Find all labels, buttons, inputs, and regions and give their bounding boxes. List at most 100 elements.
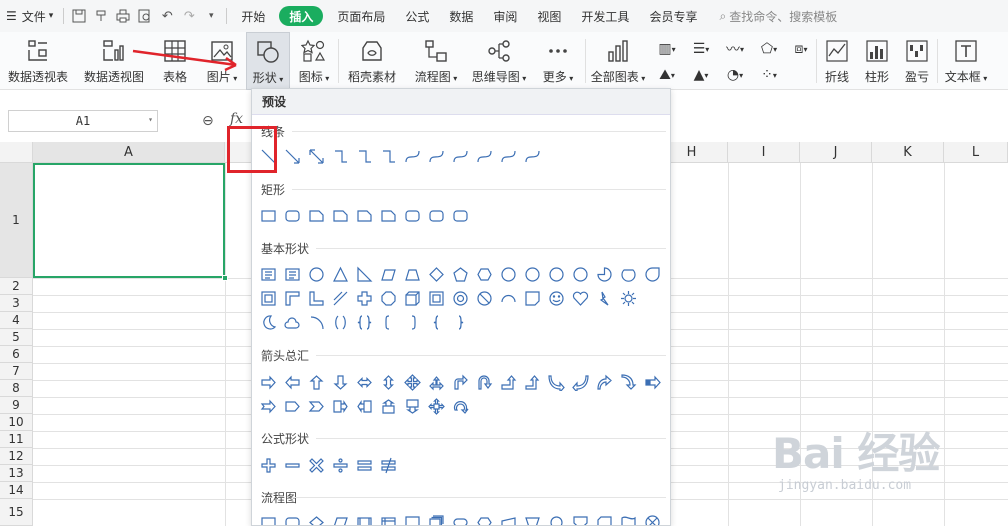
column-header-k[interactable]: K bbox=[872, 142, 944, 163]
flowchart-shape-fTerm-icon[interactable] bbox=[451, 513, 469, 525]
line-shape-curve-icon[interactable] bbox=[451, 147, 469, 165]
customize-arrow-icon[interactable]: ▾ bbox=[200, 0, 222, 32]
basic-shape-lbrack-icon[interactable] bbox=[379, 313, 397, 331]
basic-shape-frame-icon[interactable] bbox=[259, 289, 277, 307]
tab-member[interactable]: 会员专享 bbox=[639, 0, 707, 32]
arrow-shape-striped-icon[interactable] bbox=[643, 373, 661, 391]
undo-icon[interactable]: ↶ bbox=[156, 0, 178, 32]
basic-shape-num-icon[interactable] bbox=[547, 265, 565, 283]
line-shape-curve-icon[interactable] bbox=[427, 147, 445, 165]
fill-handle[interactable] bbox=[222, 275, 228, 281]
row-header-11[interactable]: 11 bbox=[0, 431, 33, 448]
arrow-shape-bent-icon[interactable] bbox=[451, 373, 469, 391]
basic-shape-hex-icon[interactable] bbox=[475, 265, 493, 283]
arrow-shape-quad-icon[interactable] bbox=[403, 373, 421, 391]
command-search[interactable]: ⌕ 查找命令、搜索模板 bbox=[719, 8, 837, 25]
basic-shape-tear-icon[interactable] bbox=[643, 265, 661, 283]
tab-data[interactable]: 数据 bbox=[439, 0, 483, 32]
arrow-shape-pentArr-icon[interactable] bbox=[283, 397, 301, 415]
row-header-12[interactable]: 12 bbox=[0, 448, 33, 465]
table-button[interactable]: 表格 bbox=[152, 32, 198, 90]
stock-chart-icon[interactable]: ▲ ▾ bbox=[684, 62, 718, 88]
rect-shape-rrect-icon[interactable] bbox=[403, 206, 421, 224]
stock-box-chart-icon[interactable]: ⧈ ▾ bbox=[786, 36, 816, 62]
row-header-3[interactable]: 3 bbox=[0, 295, 33, 312]
arrow-shape-bentup-icon[interactable] bbox=[523, 373, 541, 391]
basic-shape-lbrace-icon[interactable] bbox=[427, 313, 445, 331]
sparkline-winloss-button[interactable]: 盈亏 bbox=[897, 32, 937, 90]
basic-shape-pent-icon[interactable] bbox=[451, 265, 469, 283]
basic-shape-brace-icon[interactable] bbox=[355, 313, 373, 331]
rect-shape-rrect-icon[interactable] bbox=[283, 206, 301, 224]
flowchart-button[interactable]: 流程图 ▾ bbox=[405, 32, 467, 90]
equation-shape-minus-icon[interactable] bbox=[283, 456, 301, 474]
basic-shape-circle-icon[interactable] bbox=[307, 265, 325, 283]
basic-shape-oct-icon[interactable] bbox=[379, 289, 397, 307]
rect-shape-rrect-icon[interactable] bbox=[451, 206, 469, 224]
line-shape-dblarrow-icon[interactable] bbox=[307, 147, 325, 165]
rect-shape-rrect-icon[interactable] bbox=[427, 206, 445, 224]
format-painter-icon[interactable] bbox=[90, 0, 112, 32]
equation-shape-times-icon[interactable] bbox=[307, 456, 325, 474]
line-shape-curve-icon[interactable] bbox=[523, 147, 541, 165]
line-shape-curve-icon[interactable] bbox=[475, 147, 493, 165]
arrow-shape-arrLR-icon[interactable] bbox=[355, 373, 373, 391]
basic-shape-diag-icon[interactable] bbox=[331, 289, 349, 307]
rect-shape-snip-icon[interactable] bbox=[331, 206, 349, 224]
file-menu[interactable]: ☰ 文件 ▾ bbox=[0, 0, 59, 32]
arrow-shape-calloutD-icon[interactable] bbox=[403, 397, 421, 415]
basic-shape-num-icon[interactable] bbox=[523, 265, 541, 283]
basic-shape-cloud-icon[interactable] bbox=[283, 313, 301, 331]
line-shape-curve-icon[interactable] bbox=[403, 147, 421, 165]
equation-shape-plus-icon[interactable] bbox=[259, 456, 277, 474]
basic-shape-arc-icon[interactable] bbox=[499, 289, 517, 307]
basic-shape-fold-icon[interactable] bbox=[523, 289, 541, 307]
row-header-7[interactable]: 7 bbox=[0, 363, 33, 380]
zoom-icon[interactable]: ⊖ bbox=[202, 113, 214, 129]
arrow-shape-arrUD-icon[interactable] bbox=[379, 373, 397, 391]
tab-formulas[interactable]: 公式 bbox=[395, 0, 439, 32]
row-header-14[interactable]: 14 bbox=[0, 482, 33, 499]
basic-shape-text-icon[interactable] bbox=[283, 265, 301, 283]
column-header-a[interactable]: A bbox=[33, 142, 225, 163]
line-shape-elbow-icon[interactable] bbox=[355, 147, 373, 165]
basic-shape-noSym-icon[interactable] bbox=[475, 289, 493, 307]
row-header-8[interactable]: 8 bbox=[0, 380, 33, 397]
basic-shape-arcR-icon[interactable] bbox=[307, 313, 325, 331]
basic-shape-lshape-icon[interactable] bbox=[307, 289, 325, 307]
flowchart-shape-fMulti-icon[interactable] bbox=[427, 513, 445, 525]
all-charts-button[interactable]: 全部图表 ▾ bbox=[586, 32, 650, 90]
basic-shape-pie-icon[interactable] bbox=[595, 265, 613, 283]
redo-icon[interactable]: ↷ bbox=[178, 0, 200, 32]
row-header-2[interactable]: 2 bbox=[0, 278, 33, 295]
arrow-shape-uturn-icon[interactable] bbox=[475, 373, 493, 391]
row-header-6[interactable]: 6 bbox=[0, 346, 33, 363]
basic-shape-cube-icon[interactable] bbox=[403, 289, 421, 307]
docer-material-button[interactable]: 稻壳素材 bbox=[339, 32, 405, 90]
line-shape-curve-icon[interactable] bbox=[499, 147, 517, 165]
basic-shape-rtri-icon[interactable] bbox=[355, 265, 373, 283]
flowchart-shape-fProc-icon[interactable] bbox=[259, 513, 277, 525]
equation-shape-equal-icon[interactable] bbox=[355, 456, 373, 474]
arrow-shape-lrU-icon[interactable] bbox=[427, 373, 445, 391]
basic-shape-num-icon[interactable] bbox=[499, 265, 517, 283]
equation-shape-neq-icon[interactable] bbox=[379, 456, 397, 474]
basic-shape-diamond-icon[interactable] bbox=[427, 265, 445, 283]
tab-home[interactable]: 开始 bbox=[231, 0, 275, 32]
flowchart-shape-fCard-icon[interactable] bbox=[595, 513, 613, 525]
basic-shape-bevel-icon[interactable] bbox=[427, 289, 445, 307]
flowchart-shape-fSum-icon[interactable] bbox=[643, 513, 661, 525]
row-header-13[interactable]: 13 bbox=[0, 465, 33, 482]
tab-insert[interactable]: 插入 bbox=[279, 6, 324, 26]
flowchart-shape-fData-icon[interactable] bbox=[331, 513, 349, 525]
basic-shape-sun-icon[interactable] bbox=[619, 289, 637, 307]
print-icon[interactable] bbox=[112, 0, 134, 32]
arrow-shape-calloutQ-icon[interactable] bbox=[427, 397, 445, 415]
print-preview-icon[interactable] bbox=[134, 0, 156, 32]
select-all-corner[interactable] bbox=[0, 142, 33, 163]
area-chart-icon[interactable]: ⛰ ▾ bbox=[650, 62, 684, 88]
selected-cell-a1[interactable] bbox=[33, 163, 225, 278]
arrow-shape-circArr-icon[interactable] bbox=[451, 397, 469, 415]
basic-shape-rbrack-icon[interactable] bbox=[403, 313, 421, 331]
basic-shape-bolt-icon[interactable] bbox=[595, 289, 613, 307]
